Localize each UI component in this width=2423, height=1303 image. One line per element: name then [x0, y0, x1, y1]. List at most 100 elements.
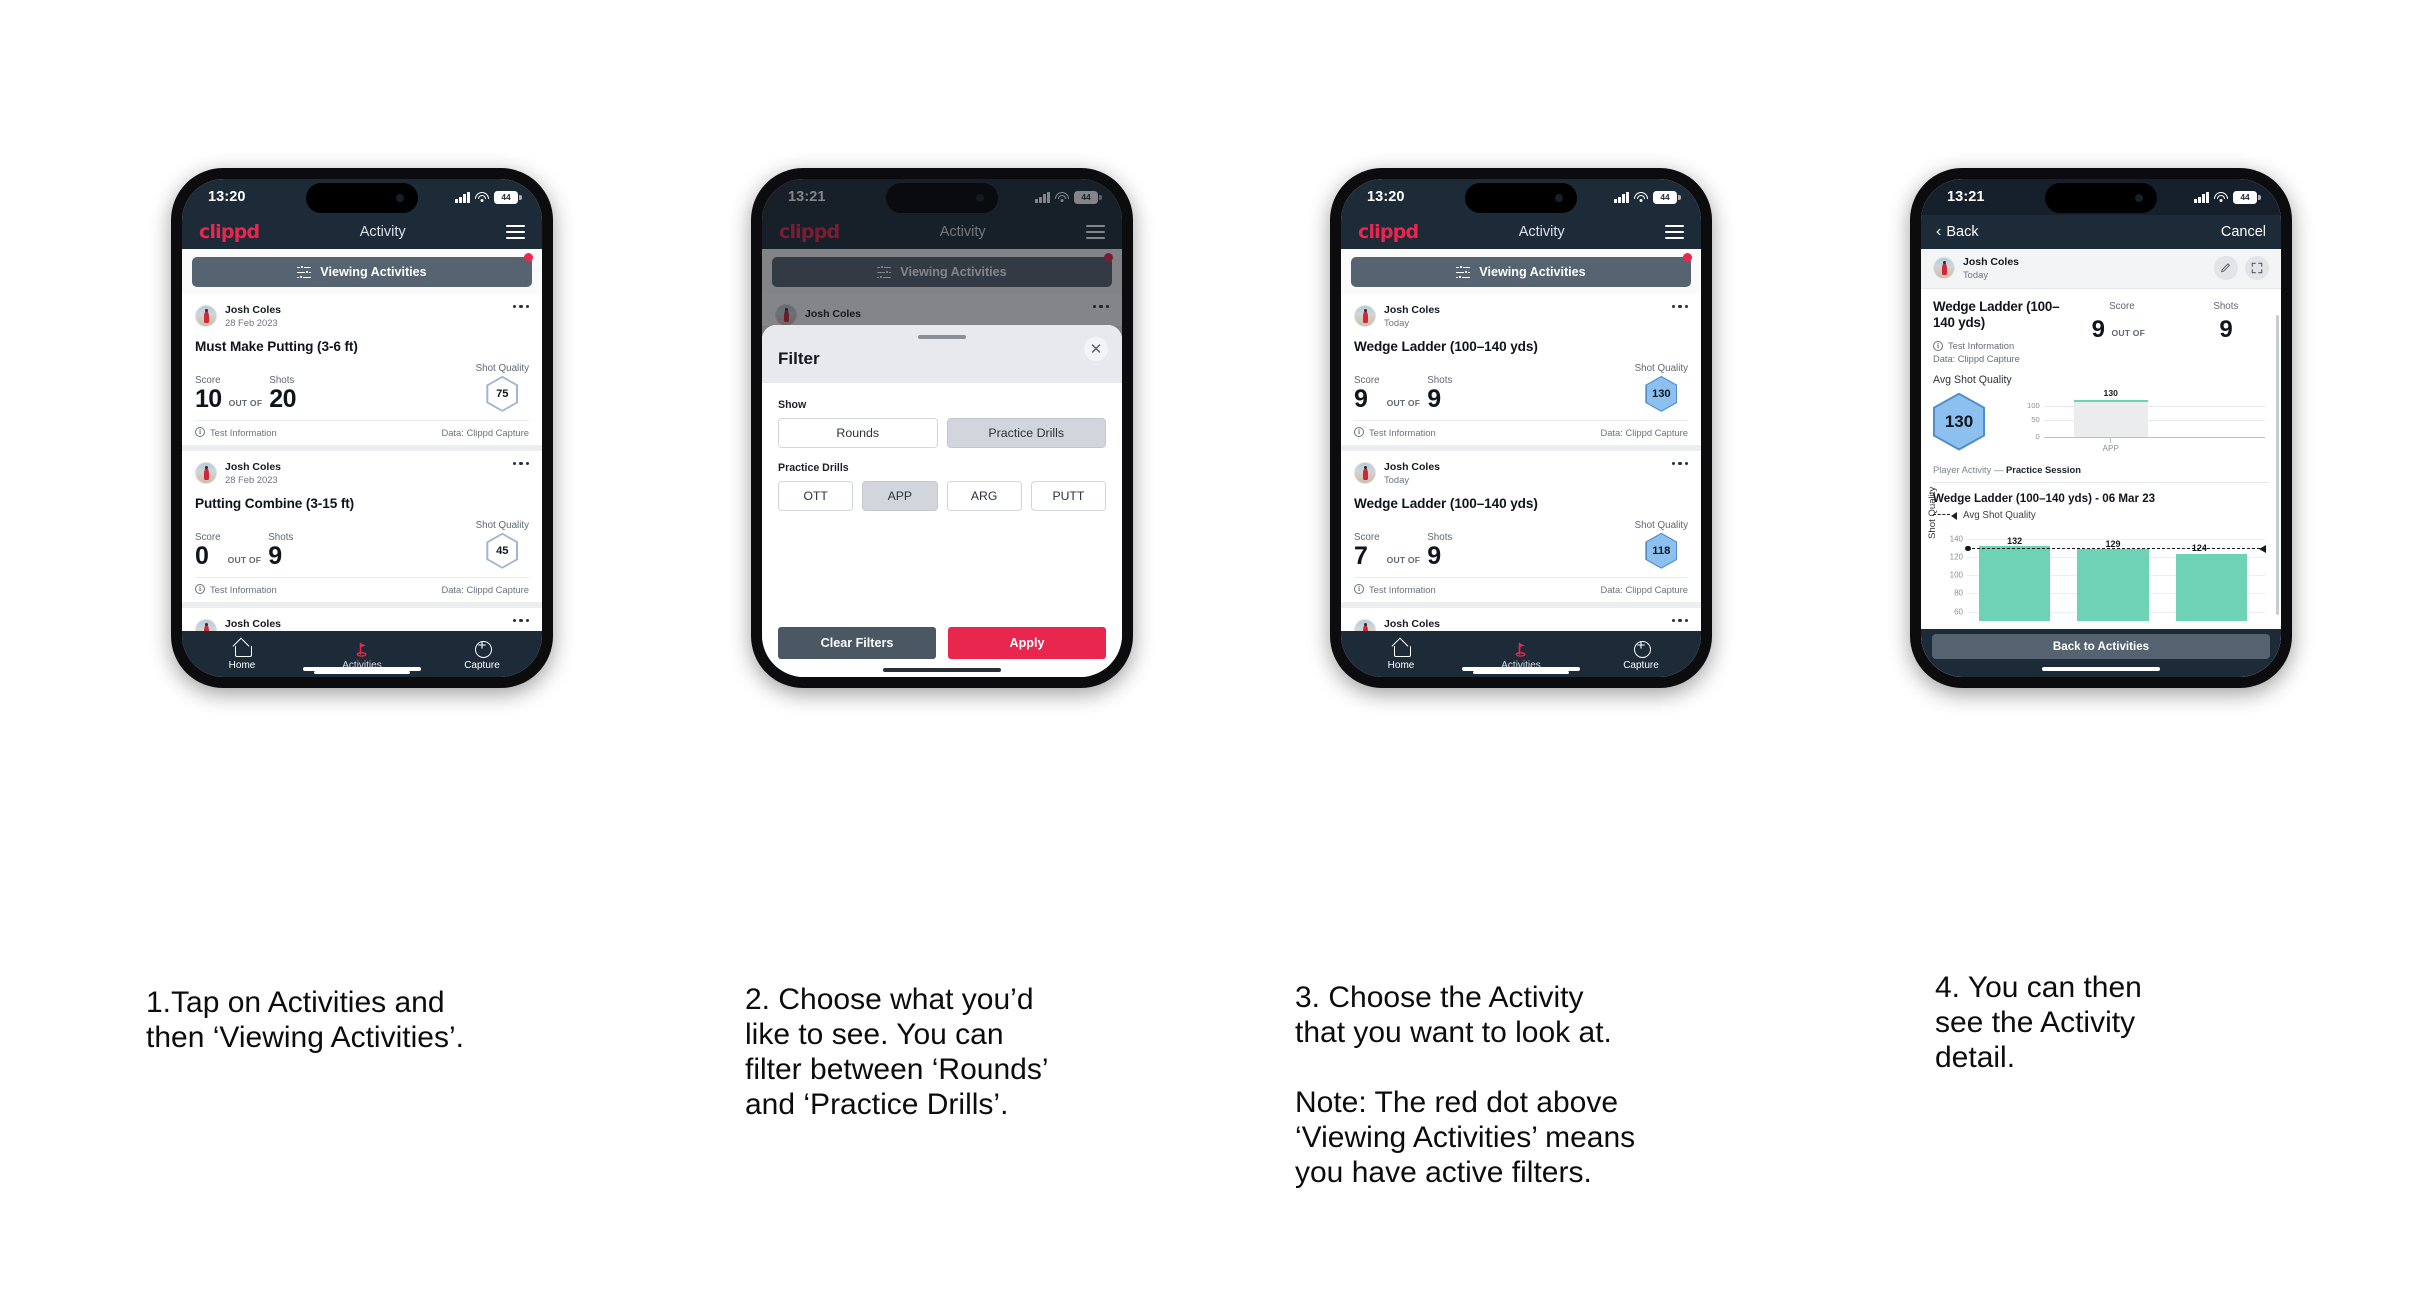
legend-label: Avg Shot Quality: [1963, 509, 2036, 521]
active-filter-dot: [524, 253, 533, 262]
user-name: Josh Coles: [1384, 460, 1441, 473]
back-to-activities-button[interactable]: Back to Activities: [1932, 634, 2270, 659]
chip-arg[interactable]: ARG: [946, 481, 1022, 511]
shot-quality-label: Shot Quality: [1634, 362, 1688, 374]
user-name: Josh Coles: [1384, 304, 1441, 316]
dynamic-island: [2045, 183, 2157, 213]
menu-icon[interactable]: [1665, 222, 1684, 243]
activity-card[interactable]: Josh Coles Today Wedge Ladder (100–140 y…: [1341, 294, 1701, 445]
shot-quality-metric: Shot Quality 118: [1635, 520, 1688, 569]
activity-date: Today: [1963, 269, 1989, 281]
clippd-logo: clippd: [1358, 221, 1419, 243]
avatar: [195, 305, 217, 328]
home-icon: [234, 641, 252, 657]
plus-circle-icon: [474, 637, 492, 658]
battery-icon: 44: [2233, 190, 2261, 204]
viewing-activities-label: Viewing Activities: [320, 265, 427, 279]
cancel-button[interactable]: Cancel: [2221, 224, 2266, 240]
chip-putt[interactable]: PUTT: [1030, 481, 1106, 511]
filter-strip-wrap: Viewing Activities: [182, 249, 542, 294]
shot-quality-metric: Shot Quality 45: [476, 520, 529, 569]
phone-2: 13:21 44 clippd Activity Viewing Activit…: [751, 168, 1133, 688]
home-indicator: [2042, 667, 2160, 671]
tab-capture-label: Capture: [464, 659, 500, 671]
card-more-icon[interactable]: [1671, 618, 1688, 623]
data-source-label: Data: Clippd Capture: [441, 426, 529, 438]
plus-circle-icon: [1633, 637, 1651, 658]
option-rounds[interactable]: Rounds: [778, 418, 938, 448]
detail-summary: Wedge Ladder (100–140 yds) i Test Inform…: [1921, 289, 2281, 364]
activity-card[interactable]: Josh Coles 28 Feb 2023: [1341, 607, 1701, 631]
clear-filters-button[interactable]: Clear Filters: [778, 627, 936, 659]
shots-value: 9: [2219, 315, 2233, 343]
card-more-icon[interactable]: [512, 618, 529, 623]
card-more-icon[interactable]: [512, 461, 529, 466]
card-header: Josh Coles Today: [1354, 304, 1688, 329]
menu-icon[interactable]: [506, 222, 525, 243]
card-metrics: Score 0 OUT OF Shots 9 Shot Quality 45: [195, 520, 529, 577]
fullscreen-icon[interactable]: [2245, 256, 2269, 281]
card-more-icon[interactable]: [1671, 461, 1688, 466]
info-icon: i: [1933, 340, 1943, 351]
activity-card[interactable]: Josh Coles Today Wedge Ladder (100–140 y…: [1341, 450, 1701, 602]
test-information-label: Test Information: [1369, 426, 1436, 438]
out-of-label: OUT OF: [1386, 397, 1421, 408]
card-metrics: Score 10 OUT OF Shots 20 Shot Quality 75: [195, 363, 529, 420]
apply-button[interactable]: Apply: [948, 627, 1106, 659]
shot-quality-value: 45: [488, 534, 517, 567]
activity-card[interactable]: Josh Coles 28 Feb 2023 Putting Combine (…: [182, 450, 542, 602]
shot-quality-hexagon: 75: [486, 375, 519, 412]
bottom-tab-bar: Home Activities Capture: [1341, 631, 1701, 677]
caption-step-3: 3. Choose the Activity that you want to …: [1295, 981, 1636, 1190]
vertical-scrollbar[interactable]: [2276, 315, 2279, 615]
detail-score-metric: Score 9 OUT OF: [2092, 301, 2153, 364]
player-activity-type: Practice Session: [2005, 463, 2081, 475]
close-icon[interactable]: ✕: [1084, 337, 1108, 361]
card-more-icon[interactable]: [512, 305, 529, 309]
battery-icon: 44: [1653, 190, 1681, 204]
tab-activities[interactable]: Activities: [302, 641, 422, 671]
back-button[interactable]: ‹ Back: [1936, 224, 1979, 241]
pencil-icon[interactable]: [2214, 256, 2238, 281]
viewing-activities-button[interactable]: Viewing Activities: [192, 257, 532, 287]
activity-feed[interactable]: Josh Coles 28 Feb 2023 Must Make Putting…: [182, 294, 542, 631]
card-footer: i Test Information Data: Clippd Capture: [1354, 419, 1688, 445]
card-footer: i Test Information Data: Clippd Capture: [195, 419, 529, 445]
battery-icon: 44: [494, 190, 522, 204]
avg-shot-quality-label: Avg Shot Quality: [1933, 373, 2012, 386]
tab-home[interactable]: Home: [1341, 641, 1461, 671]
activity-card[interactable]: Josh Coles 28 Feb 2023: [182, 607, 542, 631]
mini-bar-value: 130: [2103, 387, 2118, 398]
tab-activities[interactable]: Activities: [1461, 641, 1581, 671]
ytick-80: 80: [1954, 588, 1963, 598]
out-of-label: OUT OF: [228, 397, 263, 408]
card-metrics: Score 7 OUT OF Shots 9 Shot Quality 118: [1354, 520, 1688, 577]
status-clock: 13:21: [1947, 189, 1985, 205]
activity-detail: Josh Coles Today Wedge Ladder (100–140 y…: [1921, 249, 2281, 677]
shot-quality-hexagon: 130: [1645, 375, 1678, 412]
filter-sheet: Filter ✕ Show Rounds Practice Drills Pra…: [762, 325, 1122, 677]
test-information-label: Test Information: [210, 426, 277, 438]
chart-legend: Avg Shot Quality: [1933, 510, 2269, 521]
viewing-activities-button[interactable]: Viewing Activities: [1351, 257, 1691, 287]
phone-4-screen: 13:21 44 ‹ Back Cancel Josh Coles Today …: [1921, 179, 2281, 677]
show-segmented-control: Rounds Practice Drills: [778, 418, 1106, 448]
activity-card[interactable]: Josh Coles 28 Feb 2023 Must Make Putting…: [182, 294, 542, 445]
tab-capture[interactable]: Capture: [422, 637, 542, 671]
avatar: [1354, 619, 1376, 631]
sheet-grabber[interactable]: [918, 335, 966, 339]
chip-ott[interactable]: OTT: [778, 481, 854, 511]
card-more-icon[interactable]: [1671, 305, 1688, 309]
chip-app[interactable]: APP: [862, 481, 938, 511]
player-activity-row: Player Activity — Practice Session: [1933, 464, 2269, 483]
tab-capture[interactable]: Capture: [1581, 637, 1701, 671]
status-bar: 13:20 44: [182, 179, 542, 215]
activity-feed[interactable]: Josh Coles Today Wedge Ladder (100–140 y…: [1341, 294, 1701, 631]
option-practice-drills[interactable]: Practice Drills: [946, 418, 1106, 448]
shots-value: 9: [268, 541, 282, 570]
out-of-label: OUT OF: [1386, 554, 1421, 565]
shots-value: 9: [1427, 384, 1441, 413]
card-header: Josh Coles 28 Feb 2023: [195, 618, 529, 631]
clippd-logo: clippd: [199, 221, 260, 243]
tab-home[interactable]: Home: [182, 641, 302, 671]
